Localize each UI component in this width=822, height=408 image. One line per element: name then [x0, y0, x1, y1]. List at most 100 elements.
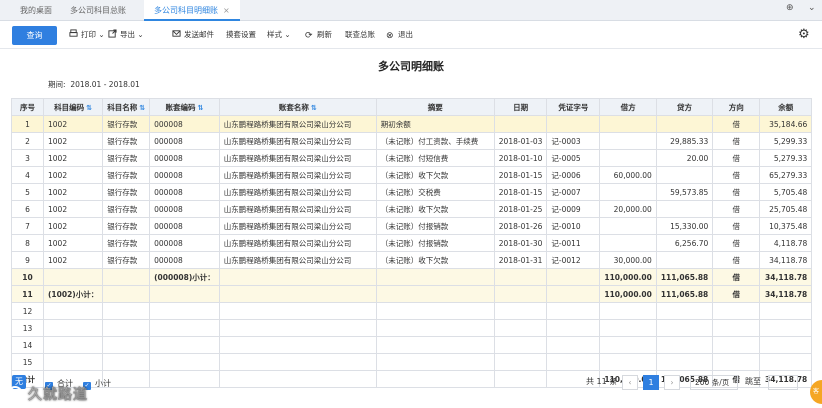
- table-cell: (1002)小计：: [42, 285, 104, 303]
- table-row[interactable]: 8 1002 银行存款 000008 山东鹏程路桥集团有限公司梁山分公司 （未记账）付报销…: [11, 234, 813, 252]
- table-row[interactable]: 3 1002 银行存款 000008 山东鹏程路桥集团有限公司梁山分公司 （未记账）付短信…: [11, 149, 813, 167]
- table-row[interactable]: 13: [11, 319, 813, 337]
- table-row[interactable]: 2 1002 银行存款 000008 山东鹏程路桥集团有限公司梁山分公司 （未记账）付工资…: [11, 132, 813, 150]
- table-cell: 记-0005: [546, 149, 601, 167]
- table-cell: [546, 302, 601, 320]
- table-cell: 山东鹏程路桥集团有限公司梁山分公司: [218, 217, 377, 235]
- table-cell: 借: [712, 166, 761, 184]
- table-cell: [546, 285, 601, 303]
- pin-icon[interactable]: ⊕: [786, 3, 794, 13]
- sort-icon[interactable]: ⇅: [198, 104, 204, 112]
- column-header-label: 方向: [728, 102, 744, 112]
- table-cell: [712, 302, 761, 320]
- jump-label: 跳至: [745, 377, 761, 386]
- table-row[interactable]: 1 1002 银行存款 000008 山东鹏程路桥集团有限公司梁山分公司 期初余额 借 35,…: [11, 115, 813, 133]
- table-cell: 银行存款: [102, 115, 151, 133]
- jump-page-input[interactable]: [768, 375, 798, 390]
- table-cell: 借: [712, 200, 761, 218]
- watermark-icon: 久就路道: [7, 386, 88, 403]
- chevron-down-icon[interactable]: ⌄: [808, 3, 816, 13]
- refresh-button[interactable]: ⟳ 刷新: [305, 21, 332, 49]
- column-header[interactable]: 账套名称 ⇅: [218, 98, 377, 116]
- template-settings-button[interactable]: 摸套设置: [226, 21, 256, 49]
- refresh-icon: ⟳: [305, 31, 313, 41]
- table-cell: [599, 217, 657, 235]
- period-value: 2018.01 - 2018.01: [70, 80, 140, 89]
- table-cell: 15,330.00: [655, 217, 714, 235]
- table-cell: 1002: [42, 149, 104, 167]
- tab-multi-company-detail-ledger[interactable]: 多公司科目明细账 ×: [144, 0, 240, 21]
- gear-icon[interactable]: ⚙: [798, 27, 810, 42]
- subtotal-row[interactable]: 10 (000008)小计： 110,000.00 111,065.88 借 34,118…: [11, 268, 813, 286]
- table-cell: [759, 319, 813, 337]
- close-icon[interactable]: ×: [223, 6, 230, 15]
- print-button[interactable]: 打印 ⌄: [69, 21, 105, 49]
- table-cell: 8: [11, 234, 44, 252]
- table-cell: 000008: [149, 234, 220, 252]
- column-header-label: 凭证字号: [558, 102, 589, 112]
- table-cell: [655, 302, 714, 320]
- table-cell: [759, 336, 813, 354]
- table-row[interactable]: 6 1002 银行存款 000008 山东鹏程路桥集团有限公司梁山分公司 （未记账）收下欠…: [11, 200, 813, 218]
- column-header: 凭证字号: [546, 98, 601, 116]
- tab-label: 多公司科目明细账: [154, 6, 218, 15]
- next-page-button[interactable]: ›: [664, 375, 680, 390]
- page-size-select[interactable]: 200 条/页: [690, 375, 738, 390]
- table-cell: 1002: [42, 251, 104, 269]
- table-row[interactable]: 5 1002 银行存款 000008 山东鹏程路桥集团有限公司梁山分公司 （未记账）交税费…: [11, 183, 813, 201]
- table-cell: 000008: [149, 251, 220, 269]
- subtotal-row[interactable]: 11 (1002)小计： 110,000.00 111,065.88 借 34,118.7…: [11, 285, 813, 303]
- table-cell: [218, 319, 377, 337]
- exit-button[interactable]: ⊗ 退出: [386, 21, 413, 49]
- column-header[interactable]: 科目编码 ⇅: [42, 98, 104, 116]
- table-row[interactable]: 9 1002 银行存款 000008 山东鹏程路桥集团有限公司梁山分公司 （未记账）收下欠…: [11, 251, 813, 269]
- table-cell: 记-0010: [546, 217, 601, 235]
- table-cell: （未记账）交税费: [375, 183, 495, 201]
- table-cell: 银行存款: [102, 166, 151, 184]
- table-cell: 12: [11, 302, 44, 320]
- table-cell: [42, 302, 104, 320]
- column-header-label: 序号: [20, 102, 35, 112]
- sort-icon[interactable]: ⇅: [139, 104, 145, 112]
- send-mail-button[interactable]: 发送邮件: [172, 21, 214, 49]
- table-cell: 3: [11, 149, 44, 167]
- table-cell: 借: [712, 217, 761, 235]
- column-header-label: 贷方: [677, 102, 693, 112]
- table-cell: 34,118.78: [759, 268, 813, 286]
- style-button[interactable]: 样式 ⌄: [267, 21, 291, 49]
- table-cell: [712, 336, 761, 354]
- table-cell: 9: [11, 251, 44, 269]
- table-row[interactable]: 14: [11, 336, 813, 354]
- table-cell: [42, 319, 104, 337]
- table-cell: 2018-01-30: [493, 234, 548, 252]
- table-row[interactable]: 7 1002 银行存款 000008 山东鹏程路桥集团有限公司梁山分公司 （未记账）付报销…: [11, 217, 813, 235]
- table-cell: 1002: [42, 200, 104, 218]
- column-header[interactable]: 科目名称 ⇅: [102, 98, 151, 116]
- svg-text:久就路道: 久就路道: [27, 386, 88, 403]
- page-1-button[interactable]: 1: [643, 375, 659, 390]
- table-cell: 山东鹏程路桥集团有限公司梁山分公司: [218, 200, 377, 218]
- tab-my-desktop[interactable]: 我的桌面: [20, 0, 52, 21]
- sort-icon[interactable]: ⇅: [86, 104, 92, 112]
- table-cell: 2018-01-15: [493, 183, 548, 201]
- query-button[interactable]: 查询: [12, 26, 57, 45]
- tab-multi-company-general-ledger[interactable]: 多公司科目总账: [70, 0, 126, 21]
- table-cell: [149, 285, 220, 303]
- table-cell: [493, 319, 548, 337]
- table-row[interactable]: 4 1002 银行存款 000008 山东鹏程路桥集团有限公司梁山分公司 （未记账）收下欠…: [11, 166, 813, 184]
- table-cell: [655, 336, 714, 354]
- table-cell: 山东鹏程路桥集团有限公司梁山分公司: [218, 251, 377, 269]
- prev-page-button[interactable]: ‹: [622, 375, 638, 390]
- sort-icon[interactable]: ⇅: [311, 104, 317, 112]
- column-header: 序号: [11, 98, 44, 116]
- export-button[interactable]: 导出 ⌄: [108, 21, 144, 49]
- table-row[interactable]: 12: [11, 302, 813, 320]
- table-cell: [599, 132, 657, 150]
- table-cell: 5: [11, 183, 44, 201]
- table-cell: 000008: [149, 149, 220, 167]
- table-cell: [149, 319, 220, 337]
- column-header[interactable]: 账套编码 ⇅: [149, 98, 220, 116]
- table-cell: 5,705.48: [759, 183, 813, 201]
- footer: 无 ✓ 合计 ✓ 小计 共 11 条 ‹ 1 › 200 条/页 跳至: [0, 368, 822, 408]
- joint-ledger-button[interactable]: 联查总账: [345, 21, 375, 49]
